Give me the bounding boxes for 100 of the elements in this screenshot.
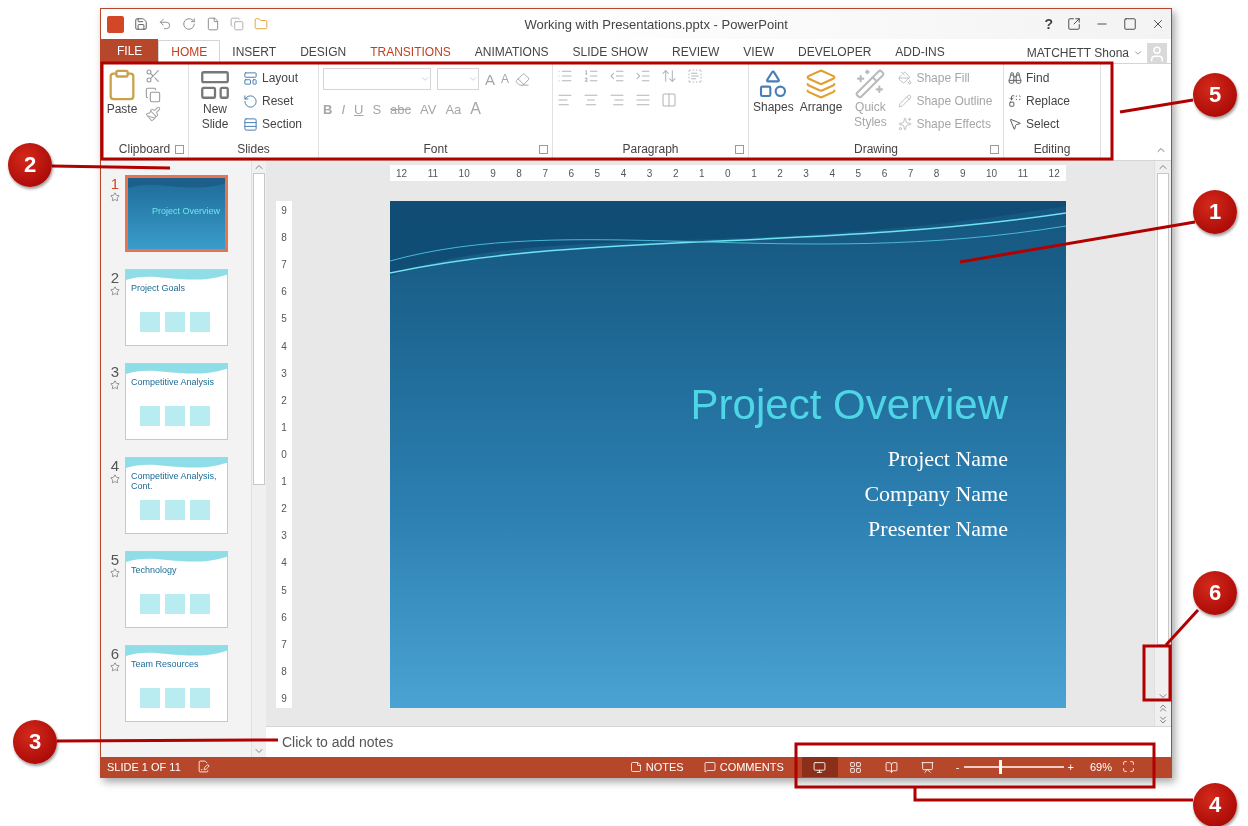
highlight-frame <box>1142 644 1172 702</box>
thumbnail-title: Team Resources <box>131 659 199 669</box>
copy-icon <box>145 87 161 103</box>
ruler-number: 9 <box>959 167 966 179</box>
scrollbar[interactable] <box>1154 161 1171 726</box>
callout-badge: 2 <box>8 143 52 187</box>
next-slide-icon[interactable] <box>1157 714 1169 726</box>
avatar-icon[interactable] <box>1147 43 1167 63</box>
book-icon <box>885 760 899 774</box>
help-button[interactable]: ? <box>1044 16 1053 32</box>
callout-badge: 4 <box>1193 783 1237 826</box>
ruler-number: 6 <box>281 611 287 623</box>
close-icon <box>1151 17 1165 31</box>
thumbnail-title: Project Goals <box>131 283 186 293</box>
ruler-number: 8 <box>516 167 522 179</box>
group-label: Paragraph <box>622 142 679 156</box>
zoom-thumb[interactable] <box>998 760 1002 774</box>
ribbon-button[interactable]: Replace <box>1008 91 1071 111</box>
ribbon-tab[interactable]: DESIGN <box>288 41 359 63</box>
ruler-number: 5 <box>855 167 862 179</box>
zoom-level[interactable]: 69% <box>1089 761 1112 773</box>
ruler-number: 9 <box>281 205 287 216</box>
ribbon-tab[interactable]: ANIMATIONS <box>462 41 561 63</box>
layout-icon <box>243 70 258 86</box>
callout-line <box>1164 609 1200 646</box>
notes-button[interactable]: NOTES <box>629 761 684 773</box>
new-slide-button[interactable]: New Slide <box>193 68 237 142</box>
ribbon-tab[interactable]: REVIEW <box>659 41 732 63</box>
launcher-icon[interactable] <box>539 145 548 154</box>
caret-icon <box>1133 48 1143 58</box>
sparkles-icon <box>898 117 913 131</box>
ribbon-tab[interactable]: HOME <box>158 40 221 64</box>
new-file-icon <box>206 17 220 31</box>
ribbon-tab[interactable]: SLIDE SHOW <box>560 41 660 63</box>
ribbon-button[interactable]: Find <box>1008 68 1071 88</box>
ruler-number: 4 <box>281 557 287 569</box>
ribbon-button[interactable]: Select <box>1008 114 1071 134</box>
zoom-out-button[interactable]: - <box>955 761 960 773</box>
ruler-number: 10 <box>986 167 998 179</box>
zoom-in-button[interactable]: + <box>1067 761 1074 773</box>
slide-number: 6 <box>110 645 120 662</box>
launcher-icon[interactable] <box>735 145 744 154</box>
scrollbar-thumb[interactable] <box>253 173 265 485</box>
ribbon-button[interactable]: Reset <box>243 91 303 111</box>
notes-field[interactable]: Click to add notes <box>266 726 1171 757</box>
ribbon-tab[interactable]: TRANSITIONS <box>358 41 463 63</box>
ruler-number: 5 <box>594 167 601 179</box>
ribbon-tab[interactable]: INSERT <box>220 41 289 63</box>
paste-button[interactable]: Paste <box>105 68 139 142</box>
scrollbar-thumb[interactable] <box>1157 173 1169 645</box>
folder-icon <box>254 17 268 31</box>
ruler-number: 4 <box>620 167 627 179</box>
slide-thumbnail[interactable]: Technology <box>125 551 228 628</box>
ruler-number: 7 <box>907 167 914 179</box>
ribbon-button[interactable]: Arrange <box>799 68 843 142</box>
slide-thumbnail[interactable]: Project Goals <box>125 269 228 346</box>
slide-canvas[interactable]: Project Overview Project Name Company Name Presenter Name <box>390 201 1066 708</box>
pencil-icon <box>898 94 913 108</box>
section-icon <box>243 116 258 132</box>
callout-badge: 5 <box>1193 73 1237 117</box>
launcher-icon[interactable] <box>175 145 184 154</box>
thumbnail-title: Technology <box>131 565 177 575</box>
group-label: Editing <box>1033 142 1071 156</box>
cut-icon <box>145 68 161 84</box>
scrollbar[interactable] <box>251 161 266 757</box>
slide-thumbnail[interactable]: Competitive Analysis <box>125 363 228 440</box>
ruler-number: 11 <box>1017 167 1029 179</box>
slide-number: 2 <box>110 269 120 286</box>
ruler-number: 1 <box>751 167 757 179</box>
ruler-number: 3 <box>803 167 809 179</box>
slide-thumbnail[interactable]: Team Resources <box>125 645 228 722</box>
slide-subtitle: Company Name <box>864 480 1008 508</box>
ribbon-tab[interactable]: ADD-INS <box>883 41 957 63</box>
ribbon-button[interactable]: Section <box>243 114 303 134</box>
ruler-number: 1 <box>281 421 287 433</box>
ribbon-tab[interactable]: FILE <box>101 39 159 63</box>
caret-icon <box>468 74 478 84</box>
slide-thumbnail[interactable]: Competitive Analysis, Cont. <box>125 457 228 534</box>
replace-icon <box>1008 94 1022 108</box>
undo-icon <box>158 17 172 31</box>
ruler-number: 7 <box>281 259 287 271</box>
previous-slide-icon[interactable] <box>1157 702 1169 714</box>
slide-counter: SLIDE 1 OF 11 <box>107 761 181 773</box>
ribbon-tab[interactable]: DEVELOPER <box>786 41 884 63</box>
view-button[interactable] <box>801 757 838 777</box>
fit-slide-icon <box>1122 759 1135 773</box>
spell-check-icon <box>196 759 210 773</box>
comments-button[interactable]: COMMENTS <box>703 761 784 773</box>
ribbon-button[interactable]: Layout <box>243 68 303 88</box>
layers-icon <box>805 68 838 100</box>
grid-icon <box>849 760 863 774</box>
slide-subtitle: Project Name <box>887 445 1008 473</box>
ribbon-tab[interactable]: VIEW <box>731 41 786 63</box>
ribbon-button[interactable]: Shapes <box>753 68 794 142</box>
thumbnail-title: Competitive Analysis, Cont. <box>131 471 218 491</box>
star-icon <box>110 380 120 390</box>
user-name[interactable]: MATCHETT Shona <box>1026 46 1129 60</box>
pointer-icon <box>1008 117 1022 131</box>
ruler-number: 12 <box>1048 167 1060 179</box>
launcher-icon[interactable] <box>990 145 999 154</box>
